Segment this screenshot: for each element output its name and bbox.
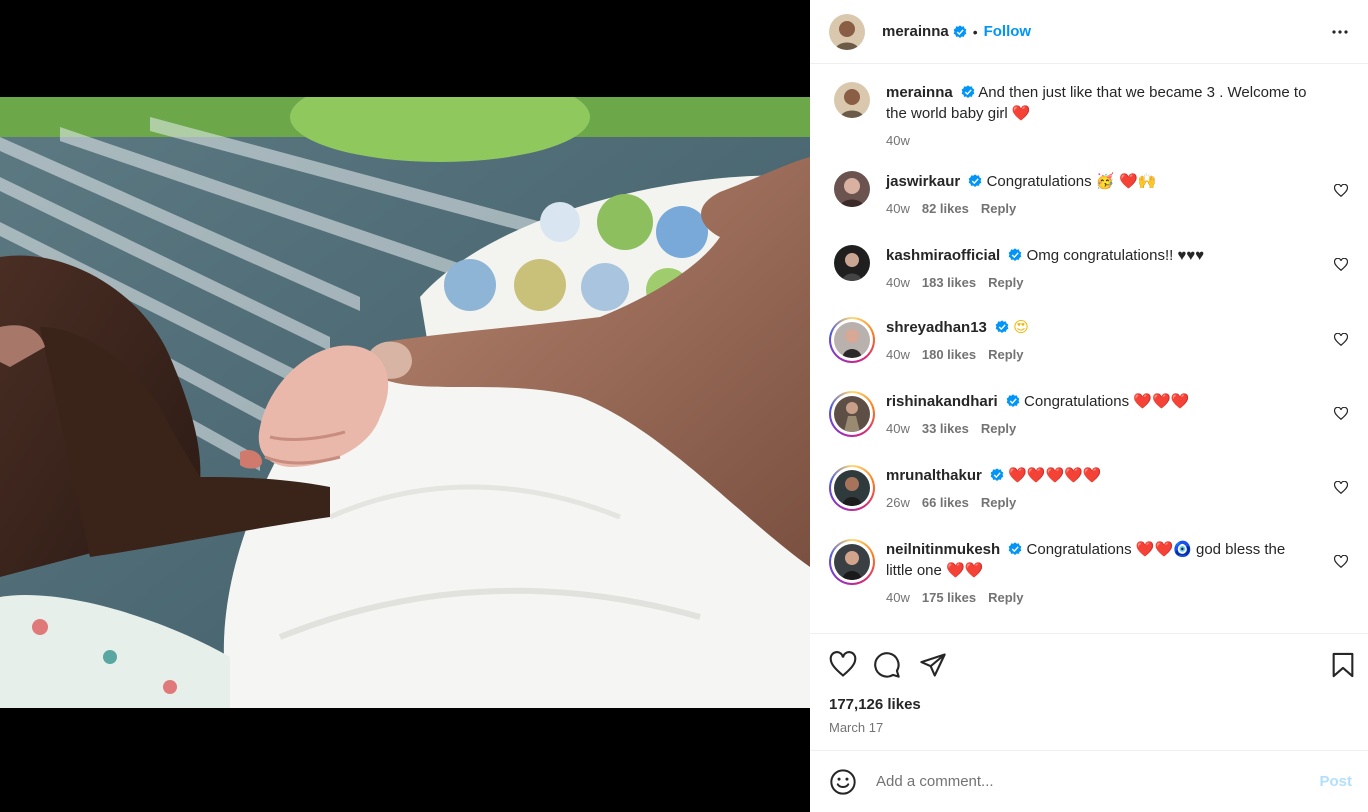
comment-age[interactable]: 40w xyxy=(886,587,910,608)
comment-likes[interactable]: 180 likes xyxy=(922,344,976,365)
more-horizontal-icon[interactable] xyxy=(1328,20,1352,44)
comment-input[interactable] xyxy=(876,773,1320,790)
share-icon[interactable] xyxy=(919,651,947,679)
comment-like-heart-icon[interactable] xyxy=(1333,554,1349,569)
emoji-icon[interactable] xyxy=(829,768,857,796)
caption-emoji: ❤️ xyxy=(1011,104,1031,122)
comment-age[interactable]: 40w xyxy=(886,418,910,439)
commenter-username[interactable]: mrunalthakur xyxy=(886,467,982,484)
comment-age[interactable]: 26w xyxy=(886,492,910,513)
comment-emoji: ❤️❤️🧿 xyxy=(1135,540,1192,558)
verified-badge-icon xyxy=(961,85,975,99)
comment-age[interactable]: 40w xyxy=(886,344,910,365)
story-ring[interactable] xyxy=(829,391,875,437)
comment-composer: Post xyxy=(810,750,1368,812)
post-media xyxy=(0,0,810,812)
comment-item: neilnitinmukesh Congratulations ❤️❤️🧿 go… xyxy=(829,539,1359,608)
post-comment-button[interactable]: Post xyxy=(1319,773,1352,790)
commenter-username[interactable]: kashmiraofficial xyxy=(886,247,1000,264)
comment-like-heart-icon[interactable] xyxy=(1333,406,1349,421)
comment-age[interactable]: 40w xyxy=(886,198,910,219)
caption-age[interactable]: 40w xyxy=(886,130,910,151)
post-side-panel: merainna • Follow merainna And then just… xyxy=(810,0,1368,812)
commenter-username[interactable]: rishinakandhari xyxy=(886,393,998,410)
comments-list[interactable]: merainna And then just like that we beca… xyxy=(810,65,1368,633)
comment-item: rishinakandhari Congratulations ❤️❤️❤️ 4… xyxy=(829,391,1359,439)
baby-hand-photo xyxy=(0,97,810,708)
reply-button[interactable]: Reply xyxy=(988,587,1023,608)
comment-like-heart-icon[interactable] xyxy=(1333,183,1349,198)
heart-icon[interactable] xyxy=(829,651,857,679)
commenter-avatar[interactable] xyxy=(834,396,870,432)
post-photo[interactable] xyxy=(0,97,810,708)
comment-like-heart-icon[interactable] xyxy=(1333,480,1349,495)
comment-item: mrunalthakur ❤️❤️❤️❤️❤️ 26w 66 likes Rep… xyxy=(829,465,1359,513)
reply-button[interactable]: Reply xyxy=(981,492,1016,513)
likes-count[interactable]: 177,126 likes xyxy=(829,696,921,713)
verified-badge-icon xyxy=(1006,394,1020,408)
comment-text: Omg congratulations!! ♥♥♥ xyxy=(1026,247,1205,264)
comment-likes[interactable]: 183 likes xyxy=(922,272,976,293)
post-header: merainna • Follow xyxy=(810,0,1368,64)
story-ring[interactable] xyxy=(829,465,875,511)
commenter-avatar[interactable] xyxy=(834,322,870,358)
comment-text: Congratulations xyxy=(1024,393,1130,410)
comment-likes[interactable]: 66 likes xyxy=(922,492,969,513)
comment-text: Congratulations xyxy=(986,173,1092,190)
comment-item: kashmiraofficial Omg congratulations!! ♥… xyxy=(829,245,1359,293)
caption-username[interactable]: merainna xyxy=(886,84,953,101)
commenter-avatar[interactable] xyxy=(834,470,870,506)
post-actions xyxy=(810,633,1368,693)
comment-emoji: ❤️❤️❤️ xyxy=(1133,392,1190,410)
follow-button[interactable]: Follow xyxy=(984,23,1032,40)
verified-badge-icon xyxy=(953,24,967,39)
comment-likes[interactable]: 82 likes xyxy=(922,198,969,219)
post-date[interactable]: March 17 xyxy=(829,720,883,735)
commenter-username[interactable]: neilnitinmukesh xyxy=(886,541,1000,558)
comment-item: shreyadhan13 😍 40w 180 likes Reply xyxy=(829,317,1359,365)
author-username[interactable]: merainna xyxy=(882,23,949,40)
verified-badge-icon xyxy=(968,174,982,188)
comment-text: Congratulations xyxy=(1026,541,1132,558)
story-ring[interactable] xyxy=(829,539,875,585)
verified-badge-icon xyxy=(1008,248,1022,262)
comment-emoji-continued: ❤️❤️ xyxy=(946,561,984,579)
bookmark-icon[interactable] xyxy=(1329,651,1357,679)
comment-emoji: 😍 xyxy=(1013,318,1029,336)
commenter-avatar[interactable] xyxy=(834,245,870,281)
comment-emoji: 🥳 ❤️🙌 xyxy=(1095,172,1157,190)
author-avatar[interactable] xyxy=(834,82,870,118)
comment-emoji: ❤️❤️❤️❤️❤️ xyxy=(1008,466,1102,484)
commenter-username[interactable]: jaswirkaur xyxy=(886,173,960,190)
verified-badge-icon xyxy=(995,320,1009,334)
comment-like-heart-icon[interactable] xyxy=(1333,332,1349,347)
comment-like-heart-icon[interactable] xyxy=(1333,257,1349,272)
reply-button[interactable]: Reply xyxy=(981,198,1016,219)
separator-dot: • xyxy=(972,23,978,40)
comment-icon[interactable] xyxy=(873,651,901,679)
commenter-avatar[interactable] xyxy=(834,544,870,580)
comment-likes[interactable]: 33 likes xyxy=(922,418,969,439)
reply-button[interactable]: Reply xyxy=(988,344,1023,365)
commenter-avatar[interactable] xyxy=(834,171,870,207)
reply-button[interactable]: Reply xyxy=(981,418,1016,439)
author-avatar[interactable] xyxy=(829,13,865,50)
story-ring[interactable] xyxy=(829,317,875,363)
verified-badge-icon xyxy=(990,468,1004,482)
caption: merainna And then just like that we beca… xyxy=(829,82,1359,151)
verified-badge-icon xyxy=(1008,542,1022,556)
comment-age[interactable]: 40w xyxy=(886,272,910,293)
comment-likes[interactable]: 175 likes xyxy=(922,587,976,608)
commenter-username[interactable]: shreyadhan13 xyxy=(886,319,987,336)
comment-item: jaswirkaur Congratulations 🥳 ❤️🙌 40w 82 … xyxy=(829,171,1359,219)
reply-button[interactable]: Reply xyxy=(988,272,1023,293)
